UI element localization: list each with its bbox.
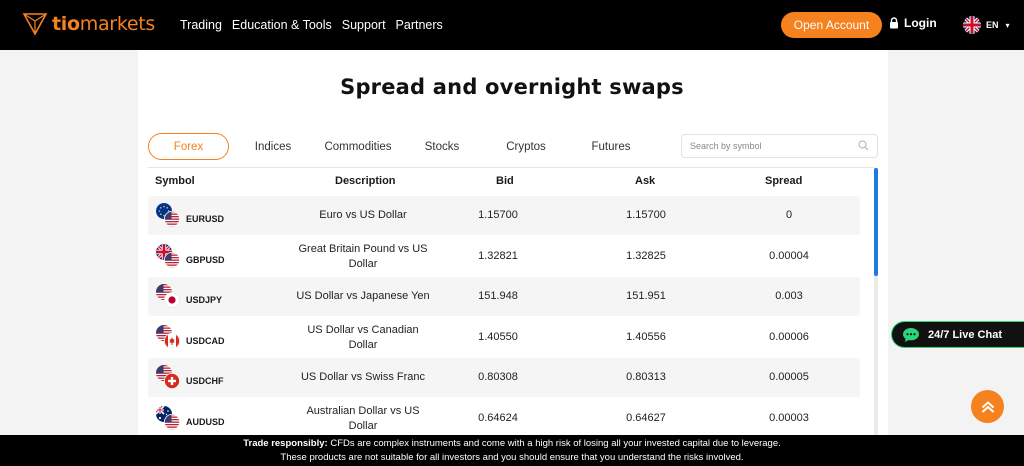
bid-cell: 1.15700: [478, 209, 518, 221]
bid-cell: 1.32821: [478, 250, 518, 262]
risk-warning-line2: These products are not suitable for all …: [280, 452, 744, 463]
spread-cell: 0.003: [775, 290, 803, 302]
description-cell: Australian Dollar vs US Dollar: [306, 405, 420, 432]
ask-cell: 151.951: [626, 290, 666, 302]
table-scrollbar[interactable]: [874, 168, 878, 436]
chevron-down-icon: ▾: [1005, 20, 1010, 30]
column-header-bid[interactable]: Bid: [496, 175, 514, 187]
page-title: Spread and overnight swaps: [340, 75, 684, 99]
symbol-cell: USDCHF: [156, 365, 224, 389]
description-cell: Euro vs US Dollar: [319, 209, 407, 221]
symbol-cell: GBPUSD: [156, 244, 225, 268]
open-account-button[interactable]: Open Account: [781, 12, 882, 38]
tab-commodities[interactable]: Commodities: [318, 133, 398, 160]
table-row[interactable]: USDCAD US Dollar vs Canadian Dollar 1.40…: [148, 318, 860, 357]
risk-warning-footer: Trade responsibly: CFDs are complex inst…: [0, 435, 1024, 466]
risk-warning-bold: Trade responsibly:: [243, 438, 328, 449]
uk-flag-icon: [963, 16, 981, 34]
language-label: EN: [986, 20, 999, 30]
tabs-divider: [148, 167, 874, 168]
risk-warning-line1: Trade responsibly: CFDs are complex inst…: [0, 437, 1024, 451]
symbol-cell: AUDUSD: [156, 406, 225, 430]
nav-support[interactable]: Support: [342, 18, 386, 32]
table-row[interactable]: USDCHF US Dollar vs Swiss Franc 0.80308 …: [148, 358, 860, 397]
live-chat-label: 24/7 Live Chat: [928, 328, 1002, 341]
live-chat-button[interactable]: 24/7 Live Chat: [891, 321, 1024, 348]
symbol-cell: USDJPY: [156, 284, 222, 308]
us-flag-icon: [164, 211, 180, 227]
ask-cell: 0.80313: [626, 371, 666, 383]
search-icon[interactable]: [858, 140, 869, 151]
login-label: Login: [904, 16, 937, 30]
bid-cell: 1.40550: [478, 331, 518, 343]
symbol-label: USDCAD: [186, 336, 225, 346]
symbol-label: EURUSD: [186, 214, 225, 224]
symbol-label: AUDUSD: [186, 417, 225, 427]
column-header-spread[interactable]: Spread: [765, 175, 802, 187]
ask-cell: 1.40556: [626, 331, 666, 343]
chat-bubble-icon: [903, 327, 919, 342]
nav-trading[interactable]: Trading: [180, 18, 222, 32]
description-cell: US Dollar vs Swiss Franc: [300, 371, 426, 383]
tab-cryptos[interactable]: Cryptos: [500, 133, 552, 160]
ask-cell: 0.64627: [626, 412, 666, 424]
table-row[interactable]: GBPUSD Great Britain Pound vs US Dollar …: [148, 237, 860, 276]
jp-flag-icon: [164, 292, 180, 308]
search-input[interactable]: [690, 141, 860, 151]
double-chevron-up-icon: [981, 401, 994, 412]
description-cell: Great Britain Pound vs US Dollar: [298, 243, 428, 270]
column-header-symbol[interactable]: Symbol: [155, 175, 195, 187]
nav-education-tools[interactable]: Education & Tools: [232, 18, 332, 32]
top-navbar: tiomarkets Trading Education & Tools Sup…: [0, 0, 1024, 50]
table-row[interactable]: USDJPY US Dollar vs Japanese Yen 151.948…: [148, 277, 860, 316]
table-header: Symbol Description Bid Ask Spread: [148, 175, 862, 189]
ch-flag-icon: [164, 373, 180, 389]
language-selector[interactable]: EN ▾: [963, 16, 1010, 34]
nav-partners[interactable]: Partners: [396, 18, 443, 32]
tab-forex[interactable]: Forex: [148, 133, 229, 160]
scrollbar-thumb[interactable]: [874, 168, 878, 276]
table-row[interactable]: EURUSD Euro vs US Dollar 1.15700 1.15700…: [148, 196, 860, 235]
main-nav: Trading Education & Tools Support Partne…: [180, 0, 443, 50]
column-header-description[interactable]: Description: [335, 175, 396, 187]
symbol-label: USDJPY: [186, 295, 223, 305]
spread-cell: 0.00005: [769, 371, 809, 383]
tab-futures[interactable]: Futures: [584, 133, 638, 160]
symbol-label: USDCHF: [186, 376, 224, 386]
description-cell: US Dollar vs Japanese Yen: [296, 290, 430, 302]
symbol-cell: USDCAD: [156, 325, 225, 349]
logo-text: tiomarkets: [52, 13, 155, 35]
bid-cell: 0.80308: [478, 371, 518, 383]
lock-icon: [890, 17, 898, 29]
ask-cell: 1.15700: [626, 209, 666, 221]
tab-stocks[interactable]: Stocks: [418, 133, 466, 160]
scroll-to-top-button[interactable]: [971, 390, 1004, 423]
ca-flag-icon: [164, 333, 180, 349]
spread-cell: 0.00006: [769, 331, 809, 343]
spread-cell: 0: [785, 209, 793, 221]
bid-cell: 0.64624: [478, 412, 518, 424]
bid-cell: 151.948: [478, 290, 518, 302]
symbol-label: GBPUSD: [186, 255, 225, 265]
table-row[interactable]: AUDUSD Australian Dollar vs US Dollar 0.…: [148, 399, 860, 438]
us-flag-icon: [164, 252, 180, 268]
spread-cell: 0.00003: [769, 412, 809, 424]
tab-indices[interactable]: Indices: [246, 133, 300, 160]
column-header-ask[interactable]: Ask: [635, 175, 655, 187]
search-box: [681, 134, 878, 158]
tiomarkets-logo[interactable]: tiomarkets: [22, 12, 155, 36]
description-cell: US Dollar vs Canadian Dollar: [307, 324, 419, 351]
spread-cell: 0.00004: [769, 250, 809, 262]
logo-mark-icon: [22, 13, 48, 36]
us-flag-icon: [164, 414, 180, 430]
risk-warning-text: CFDs are complex instruments and come wi…: [327, 438, 781, 449]
ask-cell: 1.32825: [626, 250, 666, 262]
login-link[interactable]: Login: [889, 16, 937, 30]
symbol-cell: EURUSD: [156, 203, 224, 227]
